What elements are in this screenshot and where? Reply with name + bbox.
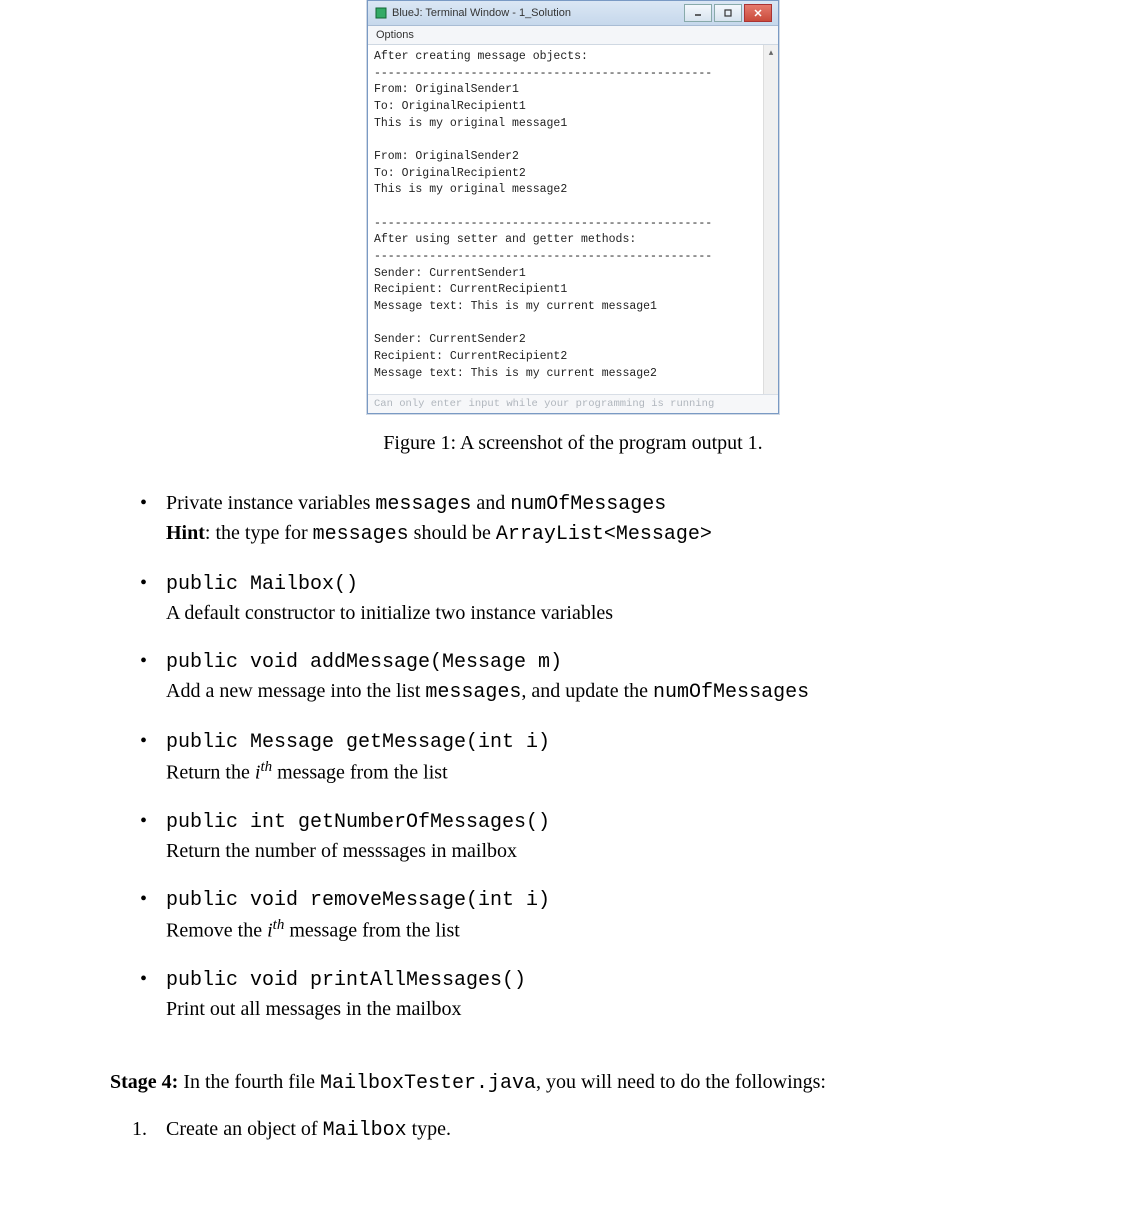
superscript-th: th: [273, 917, 285, 933]
text: message from the list: [284, 920, 460, 942]
ordered-item: 1. Create an object of Mailbox type.: [110, 1115, 1036, 1145]
method-signature: public int getNumberOfMessages(): [166, 811, 550, 834]
text: : the type for: [205, 522, 313, 544]
method-description: Return the number of messsages in mailbo…: [166, 840, 517, 862]
minimize-button[interactable]: [684, 4, 712, 22]
method-signature: public void removeMessage(int i): [166, 889, 550, 912]
text: In the fourth file: [178, 1071, 320, 1093]
bullet-item: public void printAllMessages() Print out…: [110, 965, 1036, 1023]
minimize-icon: [694, 9, 702, 17]
text: , and update the: [521, 680, 653, 702]
maximize-icon: [724, 9, 732, 17]
method-signature: public Mailbox(): [166, 573, 358, 596]
hint-label: Hint: [166, 522, 205, 544]
terminal-body: After creating message objects: --------…: [368, 45, 778, 394]
text: Remove the: [166, 920, 267, 942]
titlebar: BlueJ: Terminal Window - 1_Solution: [368, 1, 778, 26]
code: ArrayList<Message>: [496, 523, 712, 546]
terminal-window: BlueJ: Terminal Window - 1_Solution Opti…: [367, 0, 779, 414]
code: messages: [375, 493, 471, 516]
figure-caption: Figure 1: A screenshot of the program ou…: [110, 432, 1036, 455]
method-signature: public Message getMessage(int i): [166, 731, 550, 754]
bullet-list: Private instance variables messages and …: [110, 489, 1036, 1022]
text: Return the: [166, 762, 255, 784]
text: message from the list: [272, 762, 448, 784]
scroll-up-icon[interactable]: ▴: [764, 45, 778, 59]
text: Create an object of: [166, 1118, 323, 1140]
text: , you will need to do the followings:: [536, 1071, 826, 1093]
method-description: Print out all messages in the mailbox: [166, 998, 462, 1020]
method-signature: public void addMessage(Message m): [166, 651, 562, 674]
text: should be: [409, 522, 496, 544]
text: Private instance variables: [166, 492, 375, 514]
text: and: [471, 492, 510, 514]
menubar: Options: [368, 26, 778, 45]
document-page: BlueJ: Terminal Window - 1_Solution Opti…: [0, 0, 1146, 1185]
text: Add a new message into the list: [166, 680, 425, 702]
code: messages: [313, 523, 409, 546]
code: MailboxTester.java: [320, 1072, 536, 1095]
code: numOfMessages: [510, 493, 666, 516]
bullet-item: public void removeMessage(int i) Remove …: [110, 885, 1036, 945]
bullet-item: Private instance variables messages and …: [110, 489, 1036, 549]
menu-options[interactable]: Options: [376, 29, 414, 41]
bullet-item: public Message getMessage(int i) Return …: [110, 727, 1036, 787]
terminal-output: After creating message objects: --------…: [368, 45, 778, 394]
scrollbar[interactable]: ▴: [763, 45, 778, 394]
code: messages: [425, 681, 521, 704]
ordered-list: 1. Create an object of Mailbox type.: [110, 1115, 1036, 1145]
code: Mailbox: [323, 1119, 407, 1142]
stage-label: Stage 4:: [110, 1071, 178, 1093]
superscript-th: th: [260, 759, 272, 775]
bullet-item: public int getNumberOfMessages() Return …: [110, 807, 1036, 865]
code: numOfMessages: [653, 681, 809, 704]
terminal-footer: Can only enter input while your programm…: [368, 394, 778, 413]
window-title: BlueJ: Terminal Window - 1_Solution: [392, 7, 684, 19]
text: type.: [407, 1118, 451, 1140]
bullet-item: public void addMessage(Message m) Add a …: [110, 647, 1036, 707]
close-button[interactable]: [744, 4, 772, 22]
method-signature: public void printAllMessages(): [166, 969, 526, 992]
stage-heading: Stage 4: In the fourth file MailboxTeste…: [110, 1071, 1036, 1095]
bullet-item: public Mailbox() A default constructor t…: [110, 569, 1036, 627]
item-number: 1.: [132, 1115, 147, 1143]
method-description: A default constructor to initialize two …: [166, 602, 613, 624]
figure-wrapper: BlueJ: Terminal Window - 1_Solution Opti…: [110, 0, 1036, 414]
window-controls: [684, 4, 772, 22]
close-icon: [754, 9, 762, 17]
app-icon: [374, 6, 388, 20]
maximize-button[interactable]: [714, 4, 742, 22]
